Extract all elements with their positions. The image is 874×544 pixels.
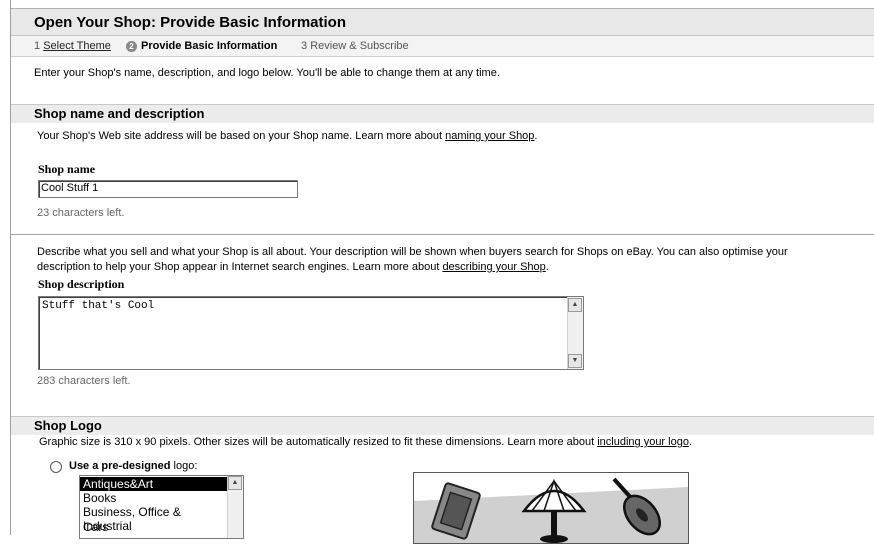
logo-help-prefix: Graphic size is 310 x 90 pixels. Other s… [39, 436, 598, 448]
page-frame: Open Your Shop: Provide Basic Informatio… [10, 0, 874, 544]
logo-help-text: Graphic size is 310 x 90 pixels. Other s… [39, 436, 692, 448]
shop-description-textarea[interactable]: Stuff that's Cool ▲ ▼ [38, 296, 584, 370]
predesigned-logo-label-bold: Use a pre-designed [69, 460, 171, 472]
predesigned-logo-radio[interactable] [50, 461, 62, 473]
section-title-name: Shop name and description [34, 106, 205, 121]
category-option[interactable]: Cars [80, 520, 231, 534]
shop-description-value: Stuff that's Cool [42, 300, 155, 312]
including-logo-link[interactable]: including your logo [597, 436, 689, 448]
step-1[interactable]: 1 Select Theme [34, 40, 111, 52]
name-help-prefix: Your Shop's Web site address will be bas… [37, 130, 446, 142]
desc-help-suffix: . [545, 261, 549, 273]
section-title-logo: Shop Logo [34, 418, 102, 433]
predesigned-logo-label-rest: logo: [170, 460, 198, 472]
logo-preview [413, 472, 689, 544]
antiques-logo-image [414, 477, 688, 543]
desc-help-line-2: description to help your Shop appear in … [37, 261, 549, 273]
naming-shop-link[interactable]: naming your Shop [445, 130, 534, 142]
step-2-label: Provide Basic Information [141, 40, 278, 52]
shop-description-label: Shop description [38, 277, 125, 291]
step-3-number: 3 [301, 40, 308, 52]
step-1-number: 1 [34, 40, 41, 52]
shop-description-char-count: 283 characters left. [37, 375, 131, 387]
shop-name-section-header: Shop name and description [11, 104, 874, 123]
step-progress: 1 Select Theme 2 Provide Basic Informatio… [11, 36, 874, 57]
desc-help-prefix: description to help your Shop appear in … [37, 261, 443, 273]
step-2-current: 2 Provide Basic Information [126, 40, 277, 52]
listbox-scrollbar[interactable]: ▲ [227, 476, 243, 538]
desc-help-line-1: Describe what you sell and what your Sho… [37, 246, 788, 258]
page-title: Open Your Shop: Provide Basic Informatio… [34, 14, 346, 31]
scroll-up-icon[interactable]: ▲ [228, 476, 242, 490]
step-2-number-badge: 2 [126, 41, 137, 52]
name-help-text: Your Shop's Web site address will be bas… [37, 130, 537, 142]
name-help-suffix: . [534, 130, 538, 142]
intro-text: Enter your Shop's name, description, and… [34, 67, 500, 79]
scroll-down-icon[interactable]: ▼ [568, 354, 582, 368]
step-3: 3 Review & Subscribe [301, 40, 409, 52]
step-3-label: Review & Subscribe [310, 40, 409, 52]
title-bar: Open Your Shop: Provide Basic Informatio… [11, 8, 874, 36]
description-scrollbar[interactable]: ▲ ▼ [567, 297, 583, 369]
shop-name-input[interactable]: Cool Stuff 1 [38, 180, 298, 198]
category-option[interactable]: Books [80, 491, 231, 505]
scroll-up-icon[interactable]: ▲ [568, 298, 582, 312]
category-option[interactable]: Business, Office & Industrial [80, 505, 231, 533]
shop-logo-section-header: Shop Logo [11, 416, 874, 435]
category-option-selected[interactable]: Antiques&Art [80, 477, 231, 491]
shop-name-label: Shop name [38, 162, 96, 176]
logo-category-listbox[interactable]: Antiques&Art Books Business, Office & In… [79, 475, 244, 539]
logo-help-suffix: . [688, 436, 693, 448]
describing-shop-link[interactable]: describing your Shop [442, 261, 545, 273]
step-1-link[interactable]: Select Theme [43, 40, 111, 52]
shop-name-char-count: 23 characters left. [37, 207, 125, 219]
predesigned-logo-label: Use a pre-designed logo: [69, 460, 197, 472]
divider [11, 234, 874, 235]
